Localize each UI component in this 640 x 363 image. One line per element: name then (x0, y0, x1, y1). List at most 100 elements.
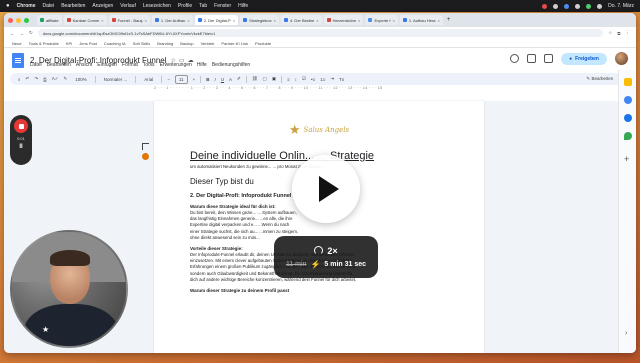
menubar-item-profiles[interactable]: Profile (178, 3, 192, 9)
new-tab-icon[interactable]: + (447, 17, 451, 23)
history-icon[interactable] (510, 54, 520, 63)
menubar-item-history[interactable]: Verlauf (120, 3, 136, 9)
close-tab-icon[interactable]: × (187, 18, 189, 23)
undo-icon[interactable]: ↶ (26, 76, 30, 82)
outline-icon[interactable] (142, 143, 149, 150)
italic-icon[interactable]: I (215, 77, 216, 82)
battery-icon[interactable] (586, 3, 592, 9)
checklist-icon[interactable]: ☑ (302, 76, 306, 82)
comment-indicator-icon[interactable] (142, 153, 149, 160)
docs-menu-file[interactable]: Datei (30, 62, 42, 68)
stop-recording-button[interactable] (14, 119, 28, 133)
browser-tab-active[interactable]: 2. Der Digital-P × (194, 15, 239, 25)
close-tab-icon[interactable]: × (438, 18, 440, 23)
docs-menu-tools[interactable]: Tools (143, 62, 155, 68)
bookmark-item[interactable]: Vertrieb (201, 41, 215, 46)
browser-menu-icon[interactable]: ⋮ (626, 30, 631, 36)
webcam-bubble[interactable]: ★ (10, 230, 128, 348)
browser-tab[interactable]: Herzenskönn × (323, 15, 364, 25)
account-avatar[interactable] (615, 52, 628, 65)
forward-icon[interactable]: → (20, 31, 25, 36)
redo-icon[interactable]: ↷ (34, 76, 38, 82)
print-icon[interactable]: ⎙ (43, 77, 47, 82)
bookmark-item[interactable]: Branding (157, 41, 173, 46)
menubar-app-name[interactable]: Chrome (17, 3, 36, 9)
paint-format-icon[interactable]: ✎ (63, 76, 67, 82)
browser-tab[interactable]: Strategiebox × (240, 15, 279, 25)
line-spacing-icon[interactable]: ↕ (295, 77, 297, 82)
zoom-window-button[interactable] (24, 17, 29, 23)
minimize-window-button[interactable] (16, 17, 21, 23)
bookmark-item[interactable]: Soft Skills (133, 41, 151, 46)
bookmark-item[interactable]: Partner-KI Link (221, 41, 248, 46)
record-status-icon[interactable] (542, 3, 548, 9)
align-icon[interactable]: ≡ (287, 77, 290, 82)
menubar-clock[interactable]: Do. 7. März (608, 3, 634, 9)
tasks-icon[interactable] (624, 96, 632, 104)
image-icon[interactable]: ▣ (272, 76, 276, 82)
maps-icon[interactable] (624, 132, 632, 140)
browser-tab[interactable]: Kanban Comm × (63, 15, 107, 25)
docs-menu-help[interactable]: Hilfe (197, 62, 207, 68)
share-button[interactable]: ● Freigeben (561, 52, 607, 65)
font-size-input[interactable]: 11 (174, 74, 188, 84)
highlight-icon[interactable]: ✐ (237, 76, 241, 82)
document-page[interactable]: ★ Salus Angels Deine individuelle Onlin.… (154, 101, 484, 353)
search-icon[interactable] (597, 3, 603, 9)
browser-tab[interactable]: 1. Aufbau Hera × (399, 15, 443, 25)
zoom-select[interactable]: 100% (72, 76, 90, 83)
menubar-item-window[interactable]: Fenster (214, 3, 231, 9)
play-button[interactable] (292, 155, 360, 223)
add-addon-icon[interactable]: + (624, 154, 629, 164)
bold-icon[interactable]: B (206, 77, 209, 82)
menubar-item-bookmarks[interactable]: Lesezeichen (143, 3, 171, 9)
contacts-icon[interactable] (624, 114, 632, 122)
bookmark-item[interactable]: Tools & Produkte (29, 41, 59, 46)
menubar-item-file[interactable]: Datei (43, 3, 55, 9)
docs-logo-icon[interactable] (12, 53, 24, 68)
spellcheck-icon[interactable]: A✓ (52, 76, 59, 82)
menubar-item-edit[interactable]: Bearbeiten (61, 3, 85, 9)
close-tab-icon[interactable]: × (393, 18, 395, 23)
style-select[interactable]: Normaler ... (101, 76, 131, 83)
docs-menu-insert[interactable]: Einfügen (97, 62, 117, 68)
underline-icon[interactable]: U (221, 77, 224, 82)
playback-speed-panel[interactable]: 2× 11 min ⚡ 5 min 31 sec (274, 236, 378, 278)
clear-format-icon[interactable]: Tx (339, 77, 344, 82)
bookmark-item[interactable]: KPI (66, 41, 72, 46)
bookmark-item[interactable]: Neue (12, 41, 22, 46)
close-tab-icon[interactable]: × (274, 18, 276, 23)
keep-icon[interactable] (624, 78, 632, 86)
comments-icon[interactable] (527, 54, 537, 63)
close-tab-icon[interactable]: × (358, 18, 360, 23)
browser-tab[interactable]: affiliate (37, 15, 62, 25)
close-tab-icon[interactable]: × (316, 18, 318, 23)
increase-size-icon[interactable]: + (193, 77, 196, 82)
add-comment-icon[interactable]: ▢ (263, 76, 267, 82)
bookmark-item[interactable]: Jens Post (79, 41, 97, 46)
bookmark-item[interactable]: Coaching IA (104, 41, 126, 46)
link-icon[interactable]: ⛓ (252, 76, 258, 82)
close-window-button[interactable] (8, 17, 13, 23)
docs-menu-format[interactable]: Format (122, 62, 138, 68)
docs-menu-extensions[interactable]: Erweiterungen (160, 62, 192, 68)
menubar-item-tab[interactable]: Tab (199, 3, 207, 9)
docs-menu-edit[interactable]: Bearbeiten (47, 62, 71, 68)
editing-mode-select[interactable]: ✎ Bearbeiten (586, 76, 613, 82)
expand-panel-icon[interactable]: › (625, 330, 627, 337)
tray-app-icon[interactable] (553, 3, 559, 9)
bookmark-star-icon[interactable]: ☆ (608, 30, 612, 36)
bullet-list-icon[interactable]: •≡ (311, 77, 315, 82)
browser-tab[interactable]: 4. Der Bestim × (280, 15, 322, 25)
close-tab-icon[interactable]: × (101, 18, 103, 23)
bookmark-item[interactable]: Backup (180, 41, 193, 46)
horizontal-ruler[interactable]: 2 · · · 1 · · · · · · · 1 · · · 2 · · · … (154, 86, 516, 92)
bookmark-item[interactable]: Produkte (255, 41, 271, 46)
browser-tab[interactable]: 1. Der Aufbau × (151, 15, 193, 25)
font-select[interactable]: Arial (141, 76, 156, 83)
apple-icon[interactable]: ● (6, 3, 10, 9)
text-color-icon[interactable]: A (229, 77, 232, 82)
docs-menu-view[interactable]: Ansicht (76, 62, 92, 68)
close-tab-icon[interactable]: × (233, 18, 235, 23)
tray-app-icon[interactable] (564, 3, 570, 9)
